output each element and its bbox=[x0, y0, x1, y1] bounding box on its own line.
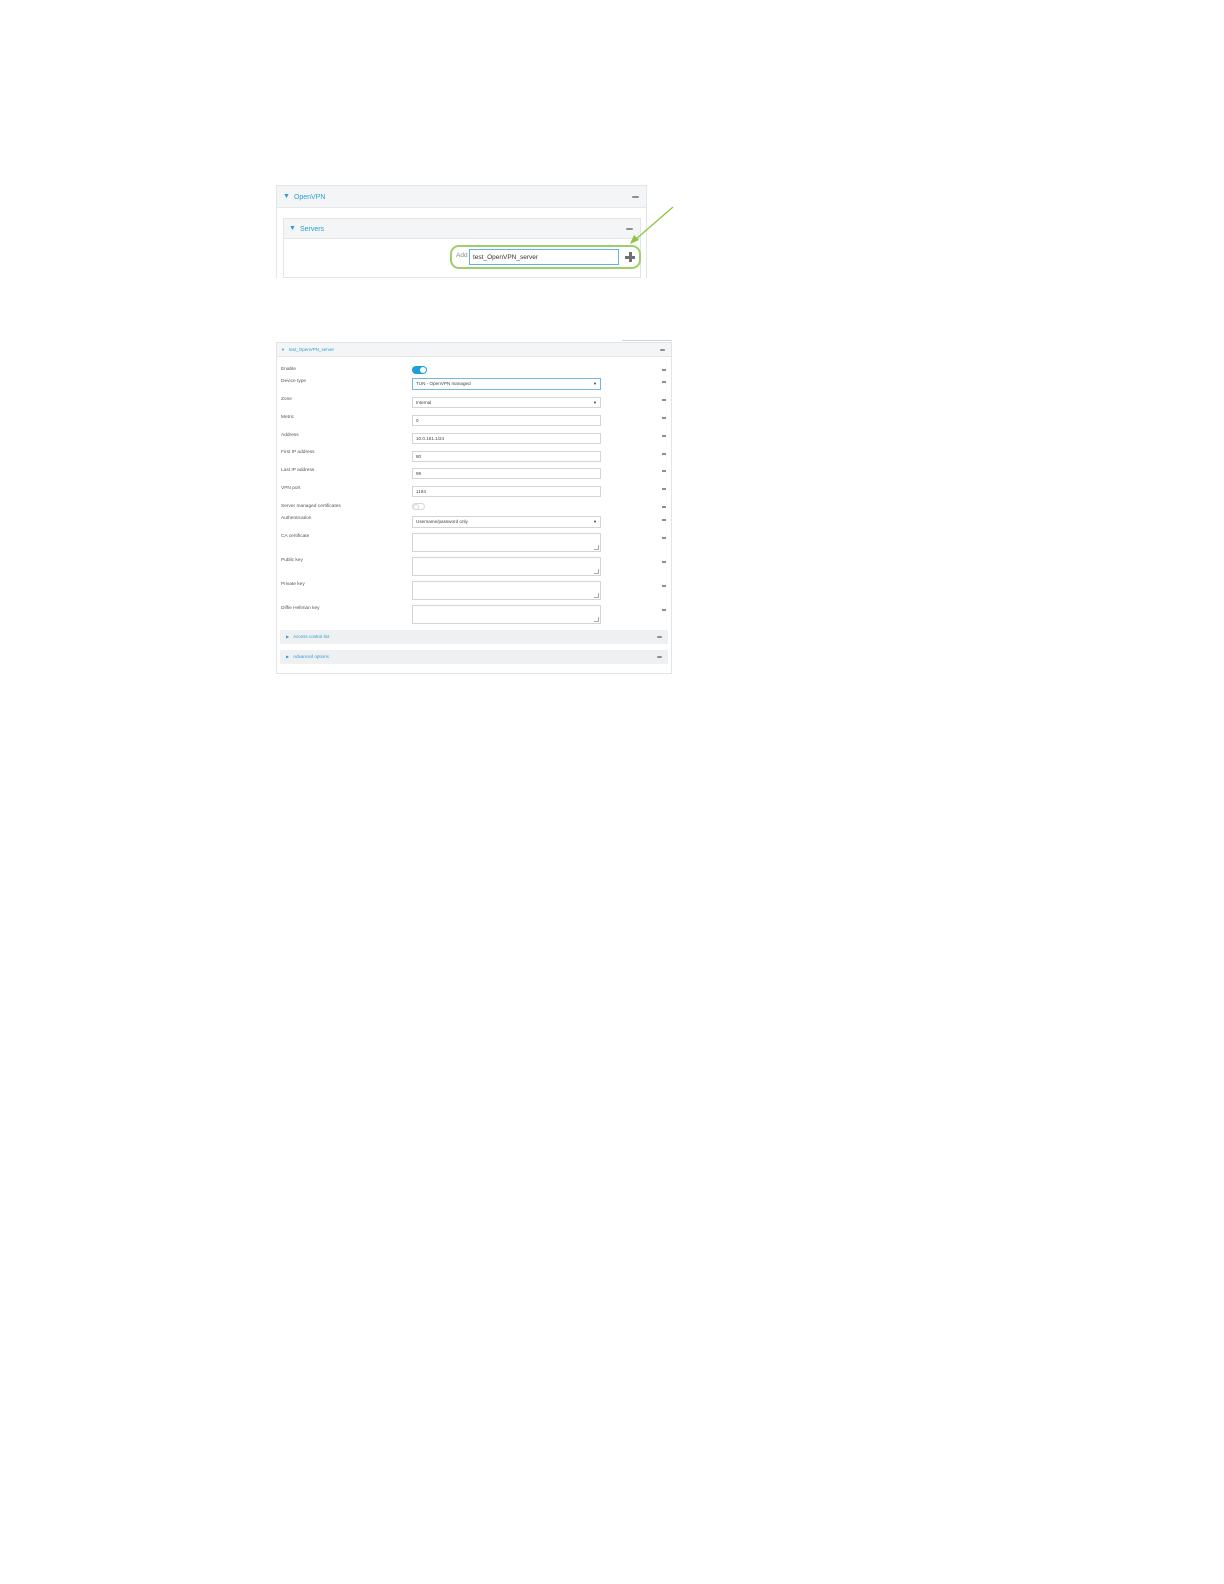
collapse-icon[interactable] bbox=[657, 656, 662, 658]
address-input[interactable]: 10.0.161.1/24 bbox=[412, 433, 601, 444]
more-icon[interactable] bbox=[662, 435, 666, 437]
server-config-title: test_OpenVPN_server bbox=[288, 347, 334, 353]
caret-right-icon: ▶ bbox=[286, 634, 290, 639]
more-icon[interactable] bbox=[662, 609, 666, 611]
authentication-value: Username/password only bbox=[416, 519, 468, 524]
caret-down-icon: ▼ bbox=[281, 347, 285, 352]
openvpn-header[interactable]: ▼ OpenVPN bbox=[277, 186, 646, 208]
add-label: Add bbox=[456, 252, 468, 259]
more-icon[interactable] bbox=[662, 488, 666, 490]
servers-title: Servers bbox=[299, 225, 325, 233]
add-button[interactable] bbox=[624, 251, 636, 263]
vpn-port-label: VPN port bbox=[281, 486, 301, 491]
private-key-label: Private key bbox=[281, 582, 305, 587]
more-icon[interactable] bbox=[662, 417, 666, 419]
more-icon[interactable] bbox=[662, 537, 666, 539]
diffie-hellman-key-label: Diffie Hellman key bbox=[281, 606, 320, 611]
caret-down-icon: ▼ bbox=[289, 225, 296, 232]
server-managed-certs-toggle[interactable] bbox=[412, 503, 425, 510]
more-icon[interactable] bbox=[662, 561, 666, 563]
device-type-select[interactable]: TUN - OpenVPN managed ▼ bbox=[412, 378, 601, 390]
server-config-panel: ▼ test_OpenVPN_server Enable Device type … bbox=[276, 342, 672, 674]
server-config-header[interactable]: ▼ test_OpenVPN_server bbox=[277, 343, 671, 357]
first-ip-input[interactable]: 80 bbox=[412, 451, 601, 462]
collapse-icon[interactable] bbox=[657, 636, 662, 638]
zone-label: Zone bbox=[281, 397, 292, 402]
more-icon[interactable] bbox=[662, 381, 666, 383]
more-icon[interactable] bbox=[662, 506, 666, 508]
authentication-select[interactable]: Username/password only ▼ bbox=[412, 516, 601, 528]
chevron-down-icon: ▼ bbox=[593, 400, 597, 405]
caret-down-icon: ▼ bbox=[283, 193, 290, 200]
ca-certificate-label: CA certificate bbox=[281, 534, 310, 539]
more-icon[interactable] bbox=[662, 585, 666, 587]
more-icon[interactable] bbox=[662, 399, 666, 401]
public-key-textarea[interactable] bbox=[412, 557, 601, 576]
ca-certificate-textarea[interactable] bbox=[412, 533, 601, 552]
private-key-textarea[interactable] bbox=[412, 581, 601, 600]
metric-input[interactable]: 0 bbox=[412, 415, 601, 426]
more-icon[interactable] bbox=[662, 519, 666, 521]
first-ip-label: First IP address bbox=[281, 450, 315, 455]
vpn-port-input[interactable]: 1194 bbox=[412, 486, 601, 497]
chevron-down-icon: ▼ bbox=[593, 519, 597, 524]
access-control-list-title: Access control list bbox=[293, 634, 330, 640]
collapse-icon[interactable] bbox=[632, 196, 639, 198]
add-server-input[interactable] bbox=[469, 249, 619, 265]
more-icon[interactable] bbox=[662, 470, 666, 472]
zone-select[interactable]: Internal ▼ bbox=[412, 397, 601, 408]
collapse-icon[interactable] bbox=[660, 349, 665, 351]
public-key-label: Public key bbox=[281, 558, 303, 563]
access-control-list-section[interactable]: ▶ Access control list bbox=[280, 630, 668, 644]
callout-arrow-icon bbox=[630, 206, 674, 244]
enable-label: Enable bbox=[281, 367, 296, 372]
address-label: Address bbox=[281, 433, 299, 438]
last-ip-label: Last IP address bbox=[281, 468, 315, 473]
enable-toggle[interactable] bbox=[412, 366, 427, 374]
more-icon[interactable] bbox=[662, 369, 666, 371]
caret-right-icon: ▶ bbox=[286, 654, 290, 659]
device-type-label: Device type bbox=[281, 379, 307, 384]
advanced-options-title: Advanced options bbox=[293, 654, 329, 660]
last-ip-input[interactable]: 99 bbox=[412, 468, 601, 479]
diffie-hellman-key-textarea[interactable] bbox=[412, 605, 601, 624]
openvpn-title: OpenVPN bbox=[293, 193, 326, 201]
zone-value: Internal bbox=[416, 400, 432, 405]
metric-label: Metric bbox=[281, 415, 295, 420]
add-server-group: Add bbox=[450, 245, 641, 269]
server-managed-certs-label: Server managed certificates bbox=[281, 504, 341, 509]
divider bbox=[622, 340, 672, 341]
servers-header[interactable]: ▼ Servers bbox=[284, 219, 640, 239]
authentication-label: Authentication bbox=[281, 516, 312, 521]
chevron-down-icon: ▼ bbox=[593, 381, 597, 386]
device-type-value: TUN - OpenVPN managed bbox=[416, 381, 471, 386]
advanced-options-section[interactable]: ▶ Advanced options bbox=[280, 650, 668, 664]
more-icon[interactable] bbox=[662, 453, 666, 455]
